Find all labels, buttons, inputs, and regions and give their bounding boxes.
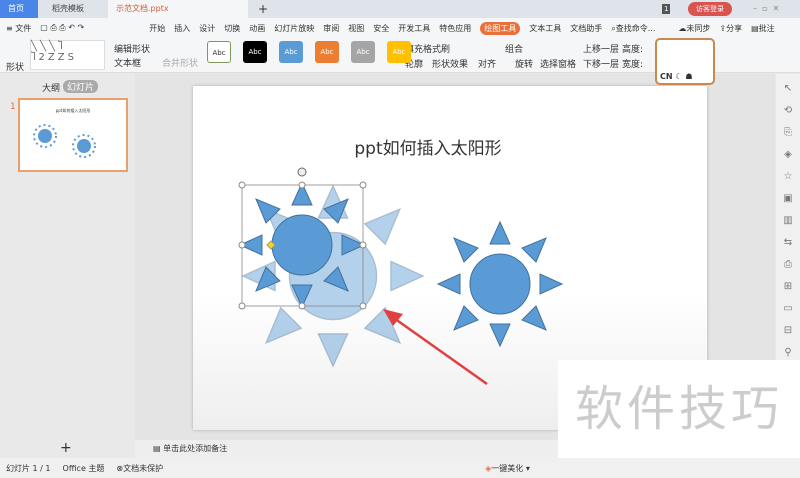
window-count-badge: 1 <box>662 4 671 14</box>
format-painter-button[interactable]: 格式刷 <box>423 42 450 55</box>
shape-style-1[interactable]: Abc <box>243 41 267 63</box>
menu-insert[interactable]: 插入 <box>174 23 190 34</box>
tab-document[interactable]: 示范文档.pptx <box>108 0 248 18</box>
search-command[interactable]: ⌕查找命令... <box>611 23 655 34</box>
rotate-button[interactable]: 旋转 <box>515 57 533 70</box>
menu-doc-assistant[interactable]: 文档助手 <box>570 23 602 34</box>
red-arrow <box>390 314 488 386</box>
selection-pane-button[interactable]: 选择窗格 <box>540 57 576 70</box>
height-label: 高度: <box>622 45 644 55</box>
menu-security[interactable]: 安全 <box>373 23 389 34</box>
shape-button[interactable]: 形状 <box>6 60 24 73</box>
width-label: 宽度: <box>622 60 644 70</box>
menu-animation[interactable]: 动画 <box>249 23 265 34</box>
sync-button[interactable]: ☁未同步 <box>678 23 710 34</box>
right-tool-icons[interactable]: ↖⟲⎘◈☆▣▥⇆⎙⊞▭⊟⚲◁ <box>776 74 800 386</box>
watermark: 软件技巧 <box>558 360 800 458</box>
menu-developer[interactable]: 开发工具 <box>398 23 430 34</box>
status-bar: 幻灯片 1 / 1 Office 主题 ⊗文档未保护 ◈一键美化 ▾ <box>0 458 800 478</box>
protect-status[interactable]: ⊗文档未保护 <box>116 463 163 474</box>
shape-style-4[interactable]: Abc <box>351 41 375 63</box>
share-button[interactable]: ⇪分享 <box>719 23 742 34</box>
line-shapes-gallery[interactable]: ╲╲╲Ⴈ Ⴈ2ZZS <box>30 40 105 70</box>
slide-thumbnail[interactable]: ppt如何插入太阳形 <box>18 98 128 172</box>
thumbnail-suns <box>33 124 96 158</box>
menu-start[interactable]: 开始 <box>149 23 165 34</box>
menu-drawing-tools[interactable]: 绘图工具 <box>480 21 521 35</box>
sun-shape <box>437 221 563 347</box>
tab-bar: 首页 稻壳模板 示范文档.pptx + 1 访客登录 – ▫ ✕ <box>0 0 800 18</box>
outline-tab[interactable]: 大纲 <box>42 81 60 94</box>
tab-home[interactable]: 首页 <box>0 0 38 18</box>
file-menu[interactable]: ≡ 文件 <box>6 23 31 34</box>
merge-shapes-button[interactable]: 合并形状 <box>162 56 198 69</box>
group-button[interactable]: 组合 <box>505 42 523 55</box>
menu-features[interactable]: 特色应用 <box>439 23 471 34</box>
menu-slideshow[interactable]: 幻灯片放映 <box>274 23 314 34</box>
send-backward-button[interactable]: 下移一层 <box>583 57 619 70</box>
textbox-button[interactable]: 文本框 <box>114 56 141 69</box>
shape-style-2[interactable]: Abc <box>279 41 303 63</box>
shape-style-0[interactable]: Abc <box>207 41 231 63</box>
ime-sticker: CN ☾ ☗ <box>655 38 715 85</box>
rotate-handle <box>297 167 307 177</box>
slide-count: 幻灯片 1 / 1 <box>6 463 51 473</box>
menu-bar: ≡ 文件 ▢ ⎙ ⎙ ↶ ↷ 开始 插入 设计 切换 动画 幻灯片放映 审阅 视… <box>0 18 800 38</box>
menu-design[interactable]: 设计 <box>199 23 215 34</box>
beautify-button[interactable]: ◈一键美化 ▾ <box>485 463 530 474</box>
tab-docer[interactable]: 稻壳模板 <box>44 0 92 18</box>
add-slide-button[interactable]: + <box>60 440 72 456</box>
quick-access-toolbar[interactable]: ▢ ⎙ ⎙ ↶ ↷ <box>40 23 140 33</box>
shape-effects-button[interactable]: 形状效果 <box>432 57 468 70</box>
menu-text-tools[interactable]: 文本工具 <box>529 23 561 34</box>
menu-review[interactable]: 审阅 <box>323 23 339 34</box>
sun-shape-selected <box>239 182 365 308</box>
comment-button[interactable]: ▤批注 <box>751 23 775 34</box>
shape-style-5[interactable]: Abc <box>387 41 411 63</box>
theme-name: Office 主题 <box>62 463 105 473</box>
align-button[interactable]: 对齐 <box>478 57 496 70</box>
new-tab-button[interactable]: + <box>250 0 276 18</box>
menu-transition[interactable]: 切换 <box>224 23 240 34</box>
shape-style-3[interactable]: Abc <box>315 41 339 63</box>
window-controls[interactable]: – ▫ ✕ <box>745 0 787 18</box>
bring-forward-button[interactable]: 上移一层 <box>583 42 619 55</box>
login-button[interactable]: 访客登录 <box>688 2 732 16</box>
edit-shape-button[interactable]: 编辑形状 <box>114 42 150 55</box>
slide-panel: 大纲 幻灯片 1 ppt如何插入太阳形 + <box>0 74 135 458</box>
slides-tab[interactable]: 幻灯片 <box>63 80 99 93</box>
slide-number: 1 <box>10 102 16 112</box>
menu-view[interactable]: 视图 <box>348 23 364 34</box>
